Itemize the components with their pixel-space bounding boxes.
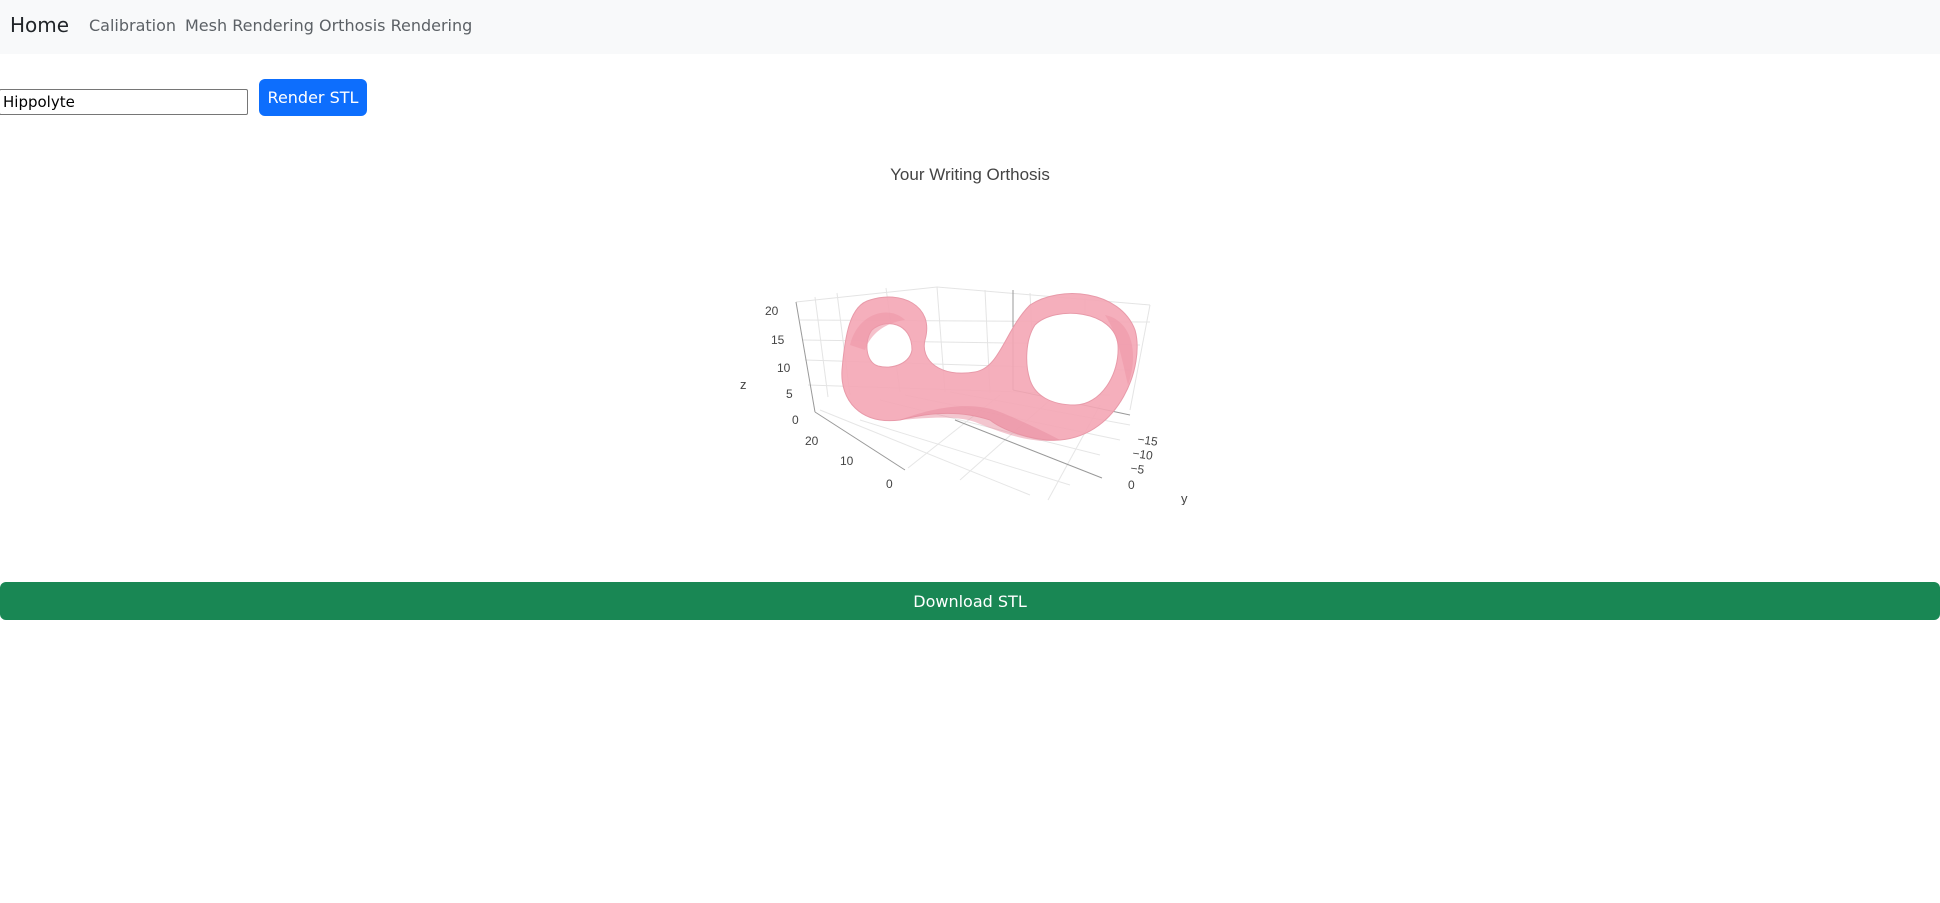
y-tick: −5 [1130,461,1146,477]
nav-brand-home[interactable]: Home [10,13,69,37]
name-input[interactable] [0,89,248,115]
y-axis-label: y [1181,491,1188,505]
orthosis-3d-plot[interactable]: 20 15 10 5 0 z 20 10 0 −15 −10 −5 0 y [720,270,1200,505]
orthosis-mesh [841,293,1138,441]
z-tick: 10 [777,361,791,375]
z-axis-label: z [740,377,747,392]
z-tick: 0 [792,413,799,427]
navbar: Home Calibration Mesh Rendering Orthosis… [0,0,1940,54]
y-axis-ticks: −15 −10 −5 0 [1128,432,1159,492]
z-tick: 20 [765,304,779,318]
render-stl-button[interactable]: Render STL [259,79,367,116]
y-tick: 0 [1128,478,1135,492]
download-stl-button[interactable]: Download STL [0,582,1940,620]
x-axis-ticks: 20 10 0 [805,434,893,491]
x-tick: 10 [840,454,854,468]
z-axis-ticks: 20 15 10 5 0 [765,304,799,427]
nav-link-calibration[interactable]: Calibration [89,16,176,35]
y-tick: −10 [1132,446,1154,463]
x-tick: 20 [805,434,819,448]
x-tick: 0 [886,477,893,491]
nav-link-mesh-rendering[interactable]: Mesh Rendering [185,16,314,35]
z-tick: 15 [771,333,785,347]
z-tick: 5 [786,387,793,401]
plot-title: Your Writing Orthosis [890,165,1050,184]
nav-link-orthosis-rendering[interactable]: Orthosis Rendering [319,16,472,35]
